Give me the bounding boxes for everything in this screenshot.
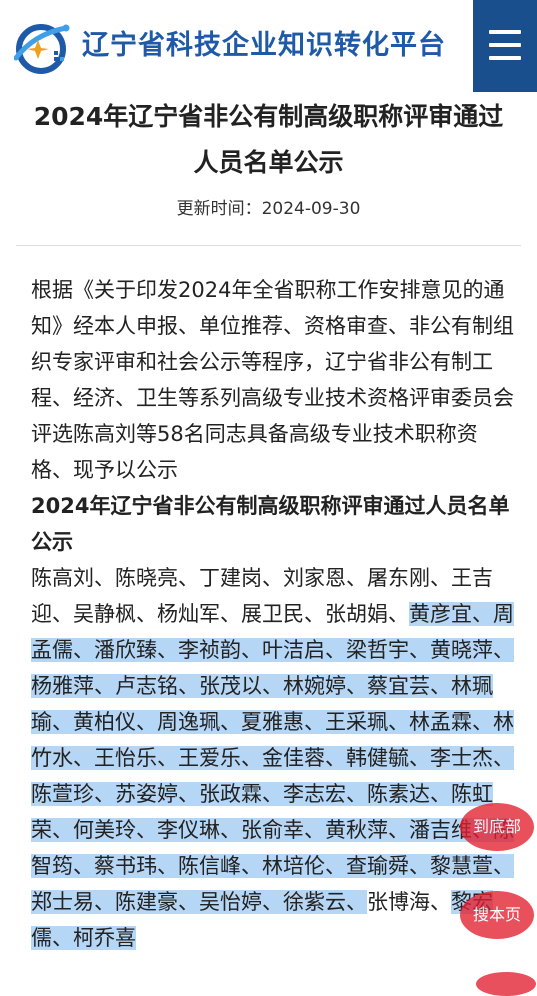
article-title: 2024年辽宁省非公有制高级职称评审通过 人员名单公示 [20, 94, 517, 186]
names-tail-plain: 张博海、 [367, 890, 451, 914]
scroll-to-bottom-button[interactable]: 到底部 [460, 803, 534, 851]
menu-button[interactable] [473, 0, 537, 92]
intro-paragraph: 根据《关于印发2024年全省职称工作安排意见的通知》经本人申报、单位推荐、资格审… [31, 278, 514, 482]
update-time: 更新时间：2024-09-30 [0, 194, 537, 224]
list-heading: 2024年辽宁省非公有制高级职称评审通过人员名单公示 [31, 494, 510, 554]
site-title[interactable]: 辽宁省科技企业知识转化平台 [82, 26, 446, 66]
site-header: 辽宁省科技企业知识转化平台 [0, 0, 537, 92]
update-date: 2024-09-30 [261, 199, 361, 219]
article-title-line2: 人员名单公示 [193, 148, 344, 177]
names-selected[interactable]: 黄彦宜、周孟儒、潘欣臻、李祯韵、叶洁启、梁哲宇、黄晓萍、杨雅萍、卢志铭、张茂以、… [31, 602, 514, 914]
platform-logo-icon[interactable] [14, 20, 70, 74]
name-list: 陈高刘、陈晓亮、丁建岗、刘家恩、屠东刚、王吉迎、吴静枫、杨灿军、展卫民、张胡娟、… [31, 560, 517, 956]
divider [16, 245, 521, 246]
article-body: 根据《关于印发2024年全省职称工作安排意见的通知》经本人申报、单位推荐、资格审… [31, 272, 517, 956]
update-label: 更新时间： [176, 199, 262, 219]
floating-button-partial[interactable] [476, 972, 536, 996]
search-page-button[interactable]: 搜本页 [460, 891, 534, 939]
menu-icon [489, 30, 521, 34]
article-title-line1: 2024年辽宁省非公有制高级职称评审通过 [33, 102, 504, 131]
